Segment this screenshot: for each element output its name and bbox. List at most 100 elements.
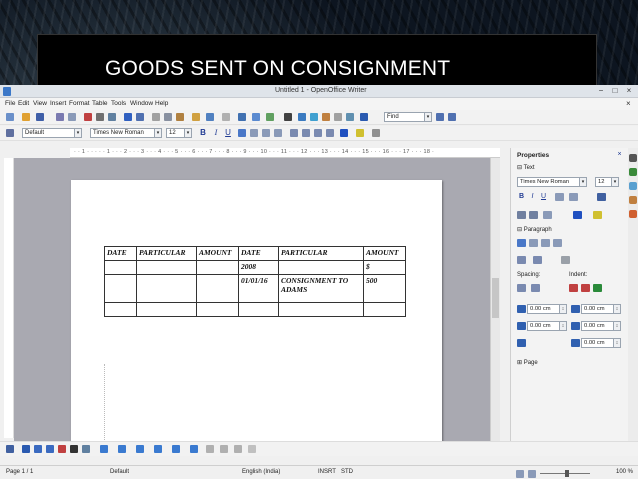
email-icon[interactable] [56, 113, 64, 121]
vertical-ruler[interactable] [4, 158, 14, 438]
zoom-icon[interactable] [346, 113, 354, 121]
callout-icon[interactable] [82, 445, 90, 453]
insert-mode[interactable]: INSRT [318, 469, 336, 475]
formatting-marks-icon[interactable] [334, 113, 342, 121]
table-header-cell[interactable]: AMOUNT [363, 246, 406, 261]
shadow-icon[interactable] [569, 193, 578, 201]
before-indent-icon[interactable] [571, 305, 580, 313]
styles-icon[interactable] [6, 129, 14, 137]
autospell-icon[interactable] [136, 113, 144, 121]
numbering-icon[interactable] [290, 129, 298, 137]
fontwork-icon[interactable] [220, 445, 228, 453]
basic-shapes-icon[interactable] [100, 445, 108, 453]
multi-page-view-icon[interactable] [528, 470, 536, 478]
find-next-icon[interactable] [448, 113, 456, 121]
menu-help[interactable]: Help [155, 100, 168, 107]
gallery-icon[interactable] [310, 113, 318, 121]
font-color-icon[interactable] [340, 129, 348, 137]
minimize-button[interactable]: − [596, 86, 606, 96]
decrease-indent-icon[interactable] [581, 284, 590, 292]
styles-tab-icon[interactable] [629, 182, 637, 190]
page-style[interactable]: Default [110, 469, 129, 475]
bold-button[interactable]: B [198, 128, 208, 138]
bullets-icon[interactable] [302, 129, 310, 137]
export-pdf-icon[interactable] [84, 113, 92, 121]
font-size-select[interactable]: 12 ▾ [166, 128, 192, 138]
zoom-slider-knob[interactable] [565, 470, 569, 477]
indent-after-field[interactable]: 0.00 cm ↕ [581, 321, 621, 331]
sidebar-font-size-select[interactable]: 12 ▾ [595, 177, 619, 187]
rectangle-icon[interactable] [34, 445, 42, 453]
table-icon[interactable] [252, 113, 260, 121]
sidebar-highlight-icon[interactable] [593, 211, 602, 219]
chevron-down-icon[interactable]: ▾ [424, 113, 431, 121]
after-indent-icon[interactable] [571, 322, 580, 330]
chevron-down-icon[interactable]: ▾ [611, 178, 618, 186]
help-icon[interactable] [360, 113, 368, 121]
show-draw-functions-icon[interactable] [266, 113, 274, 121]
find-previous-icon[interactable] [436, 113, 444, 121]
highlighting-icon[interactable] [356, 129, 364, 137]
hyperlink-icon[interactable] [238, 113, 246, 121]
new-document-icon[interactable] [6, 113, 14, 121]
spin-icon[interactable]: ↕ [559, 322, 566, 330]
cut-icon[interactable] [152, 113, 160, 121]
paste-icon[interactable] [176, 113, 184, 121]
increase-spacing-icon[interactable] [517, 284, 526, 292]
table-header-cell[interactable]: PARTICULAR [136, 246, 197, 261]
sidebar-justify-icon[interactable] [553, 239, 562, 247]
table-cell[interactable] [196, 260, 239, 275]
underline-button[interactable]: U [223, 128, 233, 138]
align-left-icon[interactable] [238, 129, 246, 137]
indent-first-field[interactable]: 0.00 cm ↕ [581, 338, 621, 348]
sidebar-align-right-icon[interactable] [541, 239, 550, 247]
scrollbar-thumb[interactable] [492, 278, 499, 318]
find-replace-icon[interactable] [284, 113, 292, 121]
page-count[interactable]: Page 1 / 1 [6, 469, 33, 475]
spacing-above-field[interactable]: 0.00 cm ↕ [527, 304, 567, 314]
menu-view[interactable]: View [33, 100, 47, 107]
select-icon[interactable] [6, 445, 14, 453]
table-cell[interactable] [104, 302, 137, 317]
navigator-icon[interactable] [298, 113, 306, 121]
indent-before-field[interactable]: 0.00 cm ↕ [581, 304, 621, 314]
sidebar-font-color-icon[interactable] [573, 211, 582, 219]
spin-icon[interactable]: ↕ [613, 322, 620, 330]
zoom-level[interactable]: 100 % [616, 469, 633, 475]
menu-icon[interactable] [629, 154, 637, 162]
block-arrows-icon[interactable] [136, 445, 144, 453]
shrink-font-icon[interactable] [529, 211, 538, 219]
sidebar-align-left-icon[interactable] [517, 239, 526, 247]
menu-window[interactable]: Window [130, 100, 153, 107]
find-input[interactable]: Find ▾ [384, 112, 432, 122]
document-area[interactable]: DATE PARTICULAR AMOUNT DATE PARTICULAR A… [14, 158, 500, 450]
table-cell[interactable]: CONSIGNMENT TO ADAMS [278, 274, 364, 303]
stars-icon[interactable] [190, 445, 198, 453]
single-page-view-icon[interactable] [516, 470, 524, 478]
paragraph-section-header[interactable]: ⊟ Paragraph [517, 226, 552, 233]
chevron-down-icon[interactable]: ▾ [579, 178, 586, 186]
menu-tools[interactable]: Tools [111, 100, 126, 107]
table-cell[interactable]: 2008 [238, 260, 279, 275]
consignment-table[interactable]: DATE PARTICULAR AMOUNT DATE PARTICULAR A… [104, 246, 406, 317]
points-icon[interactable] [206, 445, 214, 453]
italic-button[interactable]: I [211, 128, 221, 138]
above-spacing-icon[interactable] [517, 305, 526, 313]
menu-insert[interactable]: Insert [50, 100, 66, 107]
menu-format[interactable]: Format [69, 100, 90, 107]
selection-mode[interactable]: STD [341, 469, 353, 475]
sidebar-font-name-select[interactable]: Times New Roman ▾ [517, 177, 587, 187]
background-color-icon[interactable] [372, 129, 380, 137]
align-center-icon[interactable] [250, 129, 258, 137]
chevron-down-icon[interactable]: ▾ [184, 129, 191, 137]
language[interactable]: English (India) [242, 469, 280, 475]
increase-indent-icon[interactable] [569, 284, 578, 292]
paragraph-background-icon[interactable] [561, 256, 570, 264]
spin-icon[interactable]: ↕ [559, 305, 566, 313]
undo-icon[interactable] [206, 113, 214, 121]
copy-icon[interactable] [164, 113, 172, 121]
spelling-icon[interactable] [124, 113, 132, 121]
increase-indent-icon[interactable] [326, 129, 334, 137]
table-cell[interactable] [278, 260, 364, 275]
table-cell[interactable] [136, 260, 197, 275]
